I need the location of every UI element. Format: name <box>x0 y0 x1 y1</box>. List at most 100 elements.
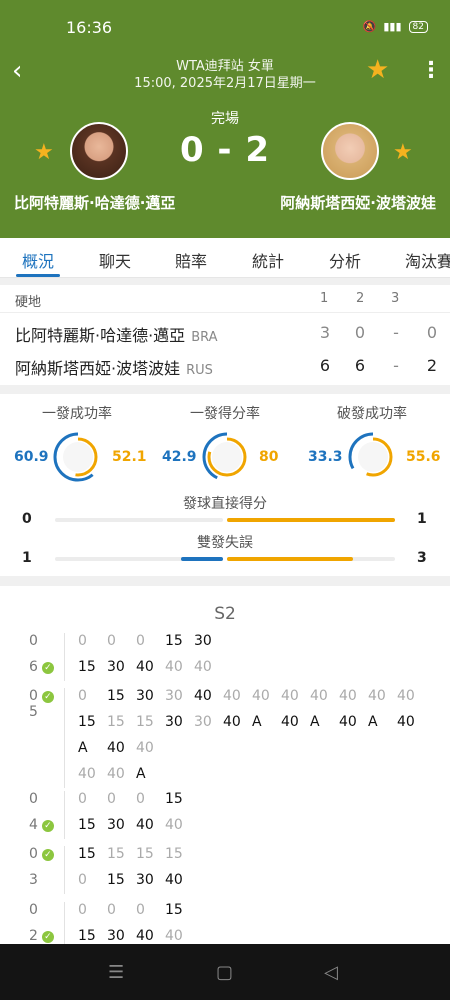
game-score-top: 0 ✓ <box>29 846 54 862</box>
point-score: 30 <box>136 872 154 888</box>
point-score: 40 <box>397 688 415 704</box>
back-icon[interactable]: ◁ <box>324 962 338 983</box>
match-status: 完場 <box>211 111 239 127</box>
point-score: 0 <box>136 902 145 918</box>
divider <box>0 576 450 586</box>
point-score: 15 <box>107 872 125 888</box>
point-score: A <box>252 714 262 730</box>
tab-knockout[interactable]: 淘汰賽 <box>405 248 450 272</box>
game-score-bottom: 4 ✓ <box>29 817 54 833</box>
point-score: 30 <box>136 688 154 704</box>
p1-points: 0 <box>426 323 438 342</box>
point-score: 0 <box>107 791 116 807</box>
stat-ring <box>202 432 252 482</box>
player1-star-icon[interactable]: ★ <box>34 140 54 165</box>
player1-avatar[interactable] <box>70 122 128 180</box>
point-score: 30 <box>165 714 183 730</box>
p2-set3: - <box>393 356 399 375</box>
stat-value-p1: 33.3 <box>308 449 343 465</box>
point-score: 15 <box>78 659 96 675</box>
point-score: 40 <box>78 766 96 782</box>
point-score: 0 <box>107 633 116 649</box>
home-icon[interactable]: ▢ <box>216 962 233 983</box>
point-score: 40 <box>194 688 212 704</box>
game-divider-line <box>64 688 65 788</box>
stat-title: 一發得分率 <box>190 406 260 422</box>
check-icon: ✓ <box>41 662 54 674</box>
tab-chat[interactable]: 聊天 <box>99 248 131 272</box>
point-score: 40 <box>281 714 299 730</box>
stat-ring <box>348 432 398 482</box>
stat-title: 破發成功率 <box>337 406 407 422</box>
match-score: 0 - 2 <box>179 130 271 170</box>
point-score: 0 <box>107 902 116 918</box>
bar-stat-p2: 3 <box>417 550 427 566</box>
stat-ring <box>53 432 103 482</box>
point-score: A <box>78 740 88 756</box>
divider <box>0 312 450 313</box>
player1-name[interactable]: 比阿特麗斯·哈達德·邁亞 <box>14 192 175 213</box>
point-score: 40 <box>310 688 328 704</box>
bar-stat-p1: 0 <box>22 511 32 527</box>
check-icon: ✓ <box>41 820 54 832</box>
point-score: 40 <box>136 740 154 756</box>
bar-fill-p2 <box>227 557 353 561</box>
point-score: 15 <box>165 846 183 862</box>
p2-set2: 6 <box>354 356 366 375</box>
player2-avatar[interactable] <box>321 122 379 180</box>
game-score-top: 0 <box>29 902 38 918</box>
set-label-1: 1 <box>320 291 329 306</box>
point-score: 40 <box>136 817 154 833</box>
game-score-bottom: 6 ✓ <box>29 659 54 675</box>
game-score-top: 0 ✓ <box>29 688 54 704</box>
menu-icon[interactable]: ☰ <box>108 962 124 983</box>
point-score: 15 <box>78 714 96 730</box>
more-menu-icon[interactable]: ⋮ <box>420 60 442 82</box>
bar-stat-title: 雙發失誤 <box>197 535 253 551</box>
signal-icon: ▮▮▮ <box>383 20 402 33</box>
point-score: 15 <box>165 633 183 649</box>
player2-name[interactable]: 阿納斯塔西婭·波塔波娃 <box>280 192 436 213</box>
point-score: 15 <box>78 846 96 862</box>
tab-overview[interactable]: 概況 <box>22 248 54 272</box>
player2-star-icon[interactable]: ★ <box>393 140 413 165</box>
match-header: 16:36 🔕 ▮▮▮ 82 ‹ WTA迪拜站 女單 15:00, 2025年2… <box>0 0 450 238</box>
point-score: 0 <box>78 633 87 649</box>
set-label-2: 2 <box>356 291 365 306</box>
point-score: 15 <box>107 688 125 704</box>
check-icon: ✓ <box>41 691 54 703</box>
status-time: 16:36 <box>66 18 113 37</box>
point-score: 40 <box>107 766 125 782</box>
point-score: 30 <box>194 633 212 649</box>
point-score: 40 <box>194 659 212 675</box>
tab-odds[interactable]: 賠率 <box>175 248 207 272</box>
point-score: 40 <box>252 688 270 704</box>
point-score: 40 <box>397 714 415 730</box>
point-score: 0 <box>136 791 145 807</box>
point-score: 40 <box>165 817 183 833</box>
system-nav-bar: ☰ ▢ ◁ <box>0 944 450 1000</box>
status-icons: 🔕 ▮▮▮ 82 <box>363 20 428 33</box>
point-score: 15 <box>107 714 125 730</box>
stat-value-p2: 52.1 <box>112 449 147 465</box>
tab-analysis[interactable]: 分析 <box>329 248 361 272</box>
tab-stats[interactable]: 統計 <box>252 248 284 272</box>
point-score: 15 <box>107 846 125 862</box>
point-score: 0 <box>136 633 145 649</box>
point-score: 0 <box>78 791 87 807</box>
point-score: 15 <box>78 817 96 833</box>
point-score: 40 <box>136 928 154 944</box>
game-score-bottom: 2 ✓ <box>29 928 54 944</box>
check-icon: ✓ <box>41 931 54 943</box>
active-tab-indicator <box>16 274 60 277</box>
point-score: 40 <box>339 688 357 704</box>
game-divider-line <box>64 902 65 950</box>
point-score: 40 <box>107 740 125 756</box>
bar-stat-p2: 1 <box>417 511 427 527</box>
point-score: 15 <box>136 714 154 730</box>
game-score-top: 0 <box>29 791 38 807</box>
stat-value-p2: 80 <box>259 449 279 465</box>
stat-value-p1: 60.9 <box>14 449 49 465</box>
point-score: 40 <box>165 659 183 675</box>
favorite-star-icon[interactable]: ★ <box>366 56 389 84</box>
